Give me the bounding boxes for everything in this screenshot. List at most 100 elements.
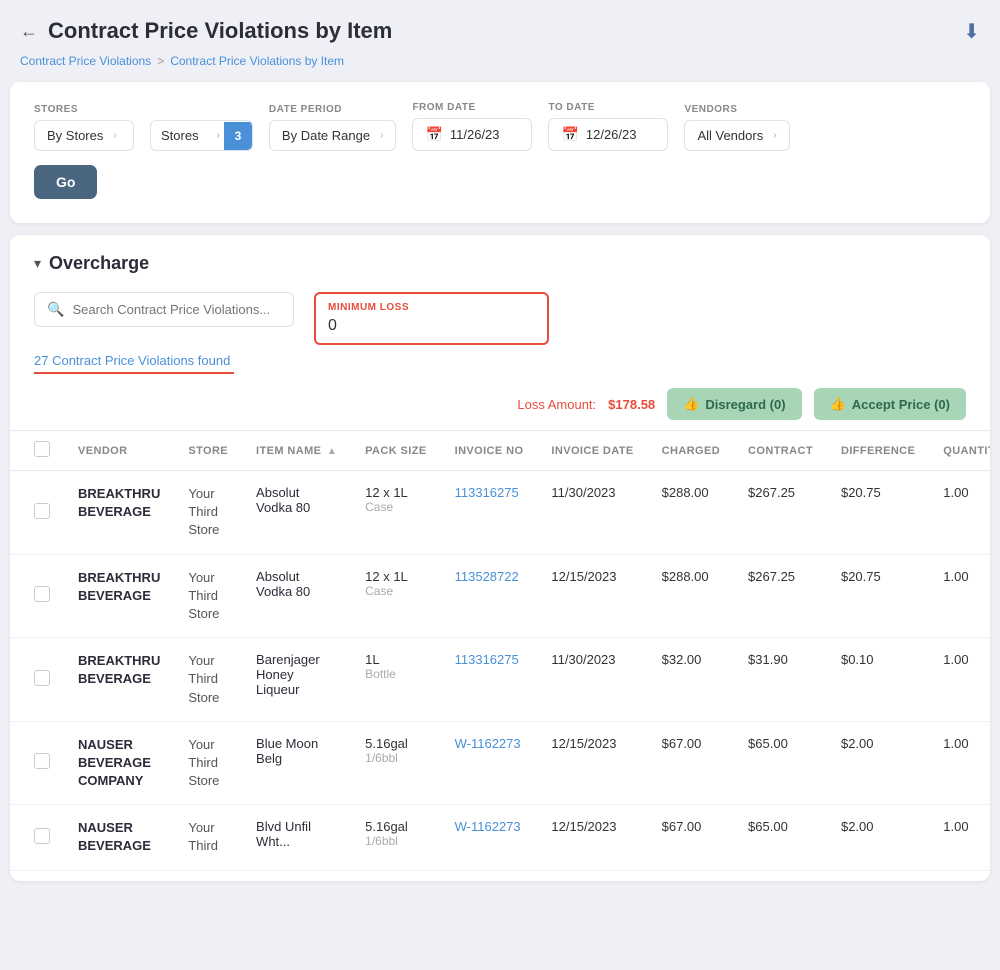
row-vendor-0: BREAKTHRU BEVERAGE (64, 471, 174, 555)
section-title: Overcharge (49, 253, 149, 274)
search-input[interactable] (72, 302, 272, 317)
stores-label: STORES (34, 104, 134, 115)
row-quantity-1: 1.00 (929, 554, 990, 638)
invoice-link-2[interactable]: 113316275 (455, 652, 519, 667)
date-period-label: DATE PERIOD (269, 104, 397, 115)
row-pack-size-4: 5.16gal 1/6bbl (351, 805, 440, 870)
row-pack-size-0: 12 x 1L Case (351, 471, 440, 555)
row-charged-0: $288.00 (648, 471, 734, 555)
accept-icon: 👍 (830, 396, 846, 412)
col-header-invoice-no: INVOICE NO (441, 431, 538, 471)
min-loss-input[interactable] (328, 317, 535, 335)
row-invoice-no-0[interactable]: 113316275 (441, 471, 538, 555)
row-difference-2: $0.10 (827, 638, 929, 722)
from-date-filter-group: FROM DATE 📅 11/26/23 (412, 102, 532, 151)
row-pack-size-1: 12 x 1L Case (351, 554, 440, 638)
col-header-invoice-date: INVOICE DATE (537, 431, 647, 471)
date-period-filter-group: DATE PERIOD By Date Range › (269, 104, 397, 151)
row-invoice-no-4[interactable]: W-1162273 (441, 805, 538, 870)
row-checkbox-4[interactable] (34, 828, 50, 844)
breadcrumb-separator: > (157, 54, 164, 68)
row-checkbox-1[interactable] (34, 586, 50, 602)
row-pack-size-2: 1L Bottle (351, 638, 440, 722)
table-row: NAUSER BEVERAGE COMPANY Your Third Store… (10, 721, 990, 805)
row-checkbox-cell[interactable] (10, 471, 64, 555)
row-quantity-3: 1.00 (929, 721, 990, 805)
item-name-sort-icon: ▲ (327, 446, 337, 457)
row-checkbox-cell[interactable] (10, 554, 64, 638)
date-period-value: By Date Range (282, 128, 370, 143)
from-date-calendar-icon: 📅 (425, 126, 442, 143)
row-contract-0: $267.25 (734, 471, 827, 555)
breadcrumb-parent[interactable]: Contract Price Violations (20, 54, 151, 68)
stores-badge-chevron: › (213, 123, 224, 148)
row-item-name-0: Absolut Vodka 80 (242, 471, 351, 555)
accept-price-button[interactable]: 👍 Accept Price (0) (814, 388, 966, 420)
invoice-link-1[interactable]: 113528722 (455, 569, 519, 584)
row-checkbox-cell[interactable] (10, 721, 64, 805)
back-button[interactable]: ← (20, 21, 38, 42)
table-row: BREAKTHRU BEVERAGE Your Third Store Bare… (10, 638, 990, 722)
row-difference-0: $20.75 (827, 471, 929, 555)
vendors-select[interactable]: All Vendors › (684, 120, 789, 151)
from-date-picker[interactable]: 📅 11/26/23 (412, 118, 532, 151)
to-date-picker[interactable]: 📅 12/26/23 (548, 118, 668, 151)
table-header-row: VENDOR STORE ITEM NAME ▲ PACK SIZE INVOI… (10, 431, 990, 471)
invoice-link-0[interactable]: 113316275 (455, 485, 519, 500)
row-checkbox-cell[interactable] (10, 638, 64, 722)
row-difference-4: $2.00 (827, 805, 929, 870)
row-invoice-no-1[interactable]: 113528722 (441, 554, 538, 638)
row-checkbox-cell[interactable] (10, 805, 64, 870)
vendors-label: VENDORS (684, 104, 789, 115)
from-date-value: 11/26/23 (450, 127, 500, 142)
row-contract-3: $65.00 (734, 721, 827, 805)
stores-by-stores-select[interactable]: By Stores › (34, 120, 134, 151)
filter-row: STORES By Stores › Stores › 3 DATE PERIO… (34, 102, 966, 151)
col-header-contract: CONTRACT (734, 431, 827, 471)
download-icon[interactable]: ⬇ (963, 19, 980, 44)
page-header: ← Contract Price Violations by Item ⬇ (0, 0, 1000, 54)
row-invoice-no-2[interactable]: 113316275 (441, 638, 538, 722)
header-checkbox[interactable] (34, 441, 50, 457)
row-contract-2: $31.90 (734, 638, 827, 722)
table-wrapper: VENDOR STORE ITEM NAME ▲ PACK SIZE INVOI… (10, 430, 990, 881)
search-box: 🔍 (34, 292, 294, 327)
row-invoice-no-3[interactable]: W-1162273 (441, 721, 538, 805)
violations-count-row: 27 Contract Price Violations found (10, 345, 990, 374)
disregard-button[interactable]: 👍 Disregard (0) (667, 388, 801, 420)
breadcrumb: Contract Price Violations > Contract Pri… (0, 54, 1000, 82)
row-quantity-0: 1.00 (929, 471, 990, 555)
section-header: ▾ Overcharge (10, 235, 990, 274)
row-checkbox-3[interactable] (34, 753, 50, 769)
go-button[interactable]: Go (34, 165, 97, 199)
row-charged-1: $288.00 (648, 554, 734, 638)
col-header-item-name[interactable]: ITEM NAME ▲ (242, 431, 351, 471)
date-period-select[interactable]: By Date Range › (269, 120, 397, 151)
row-contract-4: $65.00 (734, 805, 827, 870)
row-contract-1: $267.25 (734, 554, 827, 638)
row-item-name-4: Blvd Unfil Wht... (242, 805, 351, 870)
row-vendor-1: BREAKTHRU BEVERAGE (64, 554, 174, 638)
invoice-link-3[interactable]: W-1162273 (455, 736, 521, 751)
row-vendor-3: NAUSER BEVERAGE COMPANY (64, 721, 174, 805)
min-loss-label: MINIMUM LOSS (328, 302, 535, 313)
col-header-difference: DIFFERENCE (827, 431, 929, 471)
row-checkbox-0[interactable] (34, 503, 50, 519)
section-collapse-icon[interactable]: ▾ (34, 255, 41, 272)
row-item-name-1: Absolut Vodka 80 (242, 554, 351, 638)
invoice-link-4[interactable]: W-1162273 (455, 819, 521, 834)
vendors-chevron-icon: › (773, 130, 776, 141)
row-store-1: Your Third Store (174, 554, 242, 638)
col-header-charged: CHARGED (648, 431, 734, 471)
row-charged-2: $32.00 (648, 638, 734, 722)
stores-badge-text: Stores (151, 121, 209, 150)
col-header-checkbox[interactable] (10, 431, 64, 471)
row-checkbox-2[interactable] (34, 670, 50, 686)
row-quantity-2: 1.00 (929, 638, 990, 722)
stores-badge-select[interactable]: Stores › 3 (150, 120, 253, 151)
row-store-2: Your Third Store (174, 638, 242, 722)
row-store-0: Your Third Store (174, 471, 242, 555)
row-quantity-4: 1.00 (929, 805, 990, 870)
violations-count: 27 Contract Price Violations found (34, 353, 230, 368)
row-item-name-2: Barenjager Honey Liqueur (242, 638, 351, 722)
